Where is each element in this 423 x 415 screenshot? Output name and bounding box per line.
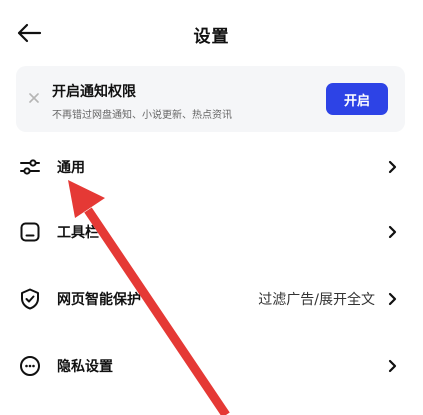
header-bar: 设置	[0, 0, 423, 66]
settings-item-general[interactable]: 通用	[0, 141, 423, 193]
settings-item-toolbar[interactable]: 工具栏	[0, 206, 423, 258]
close-icon	[29, 93, 39, 103]
settings-item-smart-protection[interactable]: 网页智能保护 过滤广告/展开全文	[0, 273, 423, 325]
sliders-icon	[20, 159, 40, 175]
notification-permission-card: 开启通知权限 不再错过网盘通知、小说更新、热点资讯 开启	[16, 66, 405, 132]
notification-close-button[interactable]	[26, 90, 42, 106]
chevron-right-icon	[388, 225, 397, 239]
chevron-right-icon	[388, 359, 397, 373]
enable-notification-button[interactable]: 开启	[326, 83, 388, 115]
settings-item-privacy[interactable]: 隐私设置	[0, 340, 423, 392]
page-title: 设置	[193, 27, 230, 47]
settings-item-label: 通用	[57, 160, 85, 176]
toolbar-square-icon	[20, 222, 40, 242]
notification-title: 开启通知权限	[52, 84, 136, 100]
settings-item-label: 网页智能保护	[57, 292, 141, 308]
chevron-right-icon	[388, 160, 397, 174]
shield-check-icon	[21, 288, 39, 310]
settings-item-label: 工具栏	[57, 225, 99, 241]
chevron-right-icon	[388, 292, 397, 306]
settings-item-label: 隐私设置	[57, 359, 113, 375]
settings-screen: 设置 开启通知权限 不再错过网盘通知、小说更新、热点资讯 开启 通用 工具栏 网…	[0, 0, 423, 415]
settings-item-value: 过滤广告/展开全文	[258, 292, 375, 308]
privacy-face-icon	[20, 356, 40, 376]
notification-subtitle: 不再错过网盘通知、小说更新、热点资讯	[52, 110, 232, 121]
